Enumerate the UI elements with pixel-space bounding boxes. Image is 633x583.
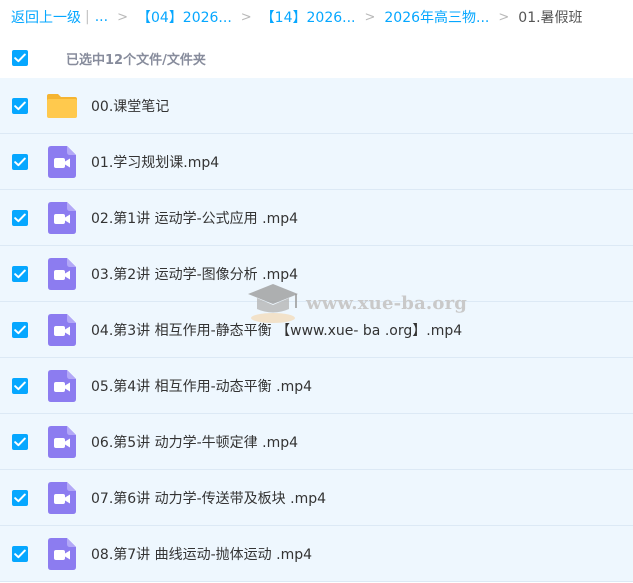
breadcrumb-separator: > xyxy=(498,9,510,25)
breadcrumb-separator: > xyxy=(364,9,376,25)
file-name[interactable]: 01.学习规划课.mp4 xyxy=(91,152,219,172)
file-row[interactable]: 03.第2讲 运动学-图像分析 .mp4 xyxy=(0,246,633,302)
selection-summary: 已选中12个文件/文件夹 xyxy=(66,52,206,68)
file-name[interactable]: 05.第4讲 相互作用-动态平衡 .mp4 xyxy=(91,376,312,396)
breadcrumb-item[interactable]: 【04】2026... xyxy=(137,7,232,27)
row-checkbox[interactable] xyxy=(12,489,28,506)
file-browser: 返回上一级 | ... > 【04】2026... > 【14】2026... … xyxy=(0,0,633,583)
breadcrumb-current: 01.暑假班 xyxy=(518,10,583,26)
check-icon xyxy=(14,157,26,166)
breadcrumb-divider: | xyxy=(85,9,90,25)
file-list: 00.课堂笔记 01.学习规划课.mp4 02.第1讲 运动学-公式应用 .mp… xyxy=(0,78,633,582)
row-checkbox[interactable] xyxy=(12,265,28,282)
row-checkbox[interactable] xyxy=(12,321,28,338)
check-icon xyxy=(14,325,26,334)
selection-header: 已选中12个文件/文件夹 xyxy=(0,39,633,77)
check-icon xyxy=(14,493,26,502)
row-checkbox[interactable] xyxy=(12,209,28,226)
breadcrumb: 返回上一级 | ... > 【04】2026... > 【14】2026... … xyxy=(0,0,633,34)
file-row[interactable]: 06.第5讲 动力学-牛顿定律 .mp4 xyxy=(0,414,633,470)
check-icon xyxy=(14,53,26,63)
file-name[interactable]: 03.第2讲 运动学-图像分析 .mp4 xyxy=(91,264,298,284)
video-file-icon xyxy=(44,424,80,460)
check-icon xyxy=(14,213,26,222)
row-checkbox[interactable] xyxy=(12,545,28,562)
file-name[interactable]: 07.第6讲 动力学-传送带及板块 .mp4 xyxy=(91,488,326,508)
check-icon xyxy=(14,381,26,390)
file-row[interactable]: 07.第6讲 动力学-传送带及板块 .mp4 xyxy=(0,470,633,526)
video-file-icon xyxy=(44,480,80,516)
check-icon xyxy=(14,437,26,446)
folder-icon xyxy=(44,88,80,124)
row-checkbox[interactable] xyxy=(12,97,28,114)
breadcrumb-item[interactable]: 【14】2026... xyxy=(261,7,356,27)
file-name[interactable]: 02.第1讲 运动学-公式应用 .mp4 xyxy=(91,208,298,228)
file-row[interactable]: 05.第4讲 相互作用-动态平衡 .mp4 xyxy=(0,358,633,414)
row-checkbox[interactable] xyxy=(12,433,28,450)
row-checkbox[interactable] xyxy=(12,153,28,170)
file-row[interactable]: 01.学习规划课.mp4 xyxy=(0,134,633,190)
file-name[interactable]: 00.课堂笔记 xyxy=(91,96,169,116)
video-file-icon xyxy=(44,368,80,404)
check-icon xyxy=(14,269,26,278)
file-row[interactable]: 08.第7讲 曲线运动-抛体运动 .mp4 xyxy=(0,526,633,582)
file-name[interactable]: 06.第5讲 动力学-牛顿定律 .mp4 xyxy=(91,432,298,452)
check-icon xyxy=(14,101,26,110)
file-row[interactable]: 02.第1讲 运动学-公式应用 .mp4 xyxy=(0,190,633,246)
row-checkbox[interactable] xyxy=(12,377,28,394)
breadcrumb-ellipsis[interactable]: ... xyxy=(95,9,108,25)
video-file-icon xyxy=(44,312,80,348)
video-file-icon xyxy=(44,200,80,236)
file-name[interactable]: 08.第7讲 曲线运动-抛体运动 .mp4 xyxy=(91,544,312,564)
file-row[interactable]: 00.课堂笔记 xyxy=(0,78,633,134)
back-link[interactable]: 返回上一级 xyxy=(11,7,81,27)
breadcrumb-separator: > xyxy=(240,9,252,25)
file-name[interactable]: 04.第3讲 相互作用-静态平衡 【www.xue- ba .org】.mp4 xyxy=(91,320,462,340)
video-file-icon xyxy=(44,144,80,180)
breadcrumb-separator: > xyxy=(117,9,128,25)
select-all-checkbox[interactable] xyxy=(12,50,28,66)
check-icon xyxy=(14,549,26,558)
video-file-icon xyxy=(44,536,80,572)
file-row[interactable]: 04.第3讲 相互作用-静态平衡 【www.xue- ba .org】.mp4 xyxy=(0,302,633,358)
breadcrumb-item[interactable]: 2026年高三物... xyxy=(384,7,489,27)
video-file-icon xyxy=(44,256,80,292)
